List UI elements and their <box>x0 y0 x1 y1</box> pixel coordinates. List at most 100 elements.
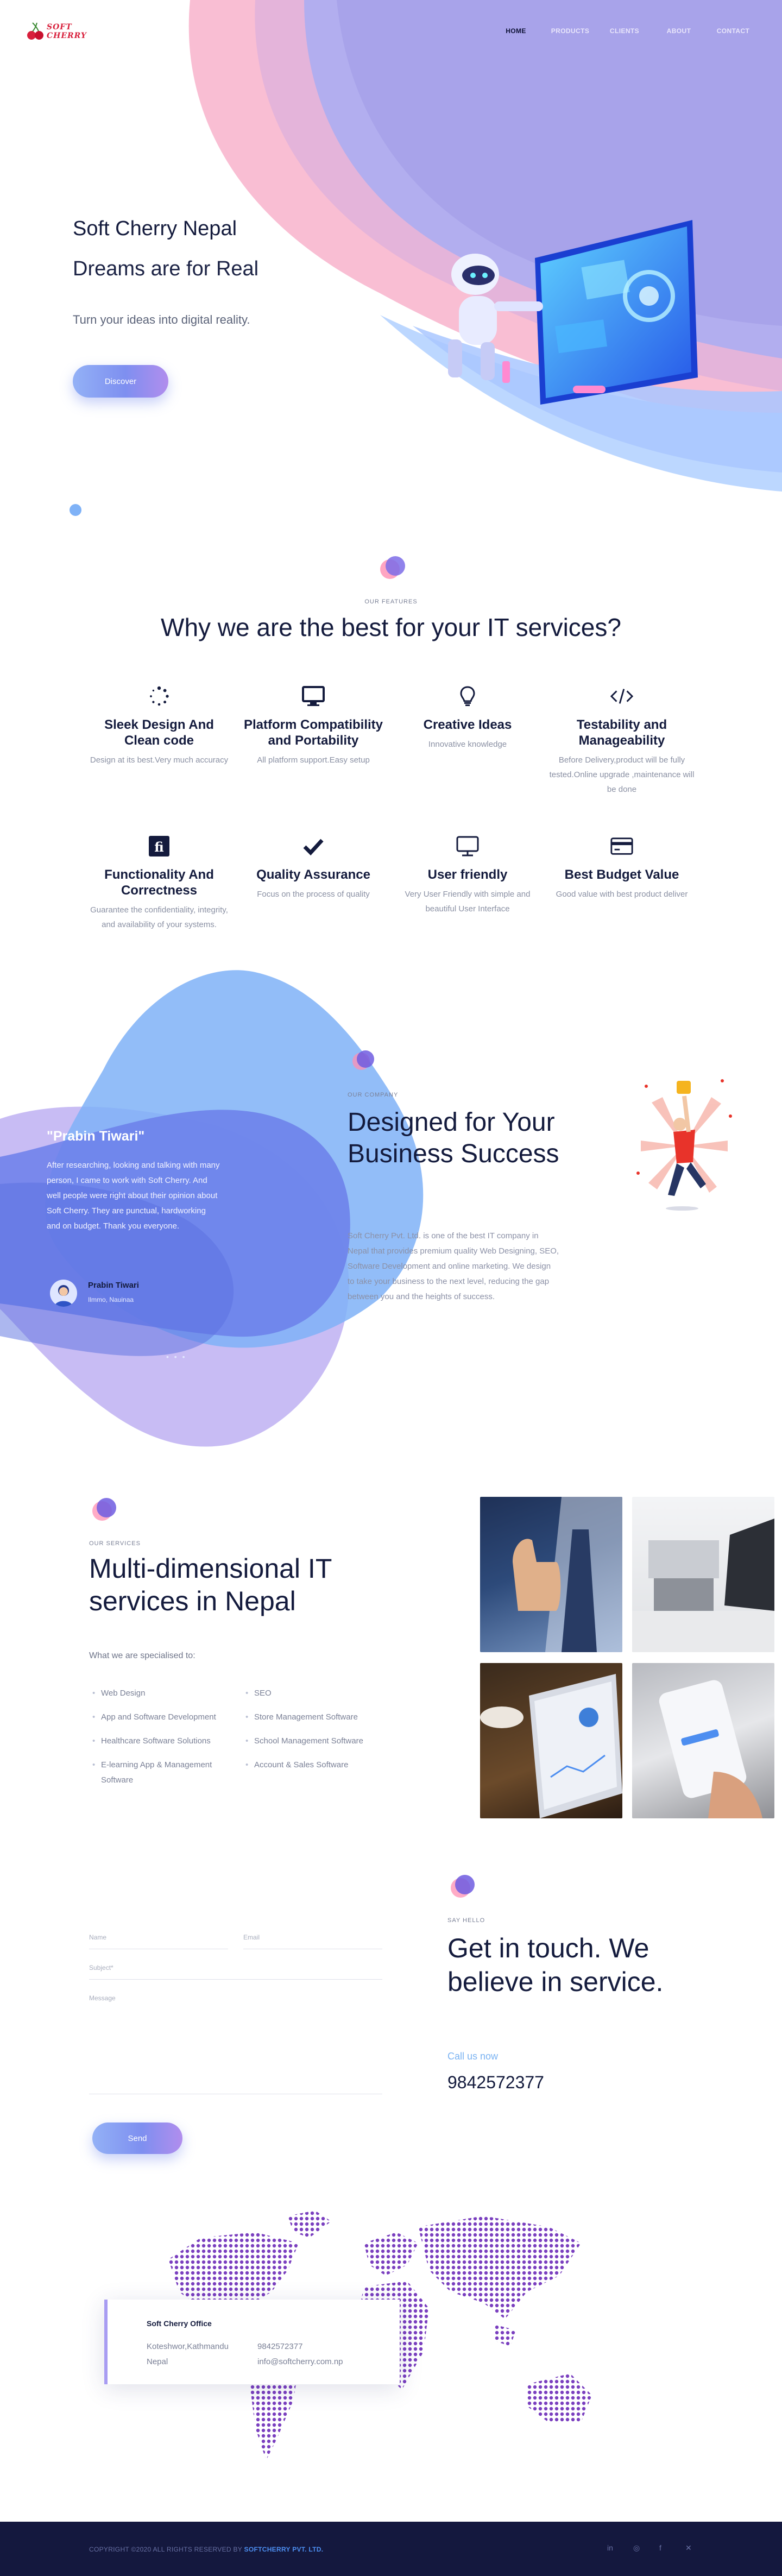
feature-desc: Focus on the process of quality <box>257 890 370 899</box>
feature-title: Platform Compatibility and Portability <box>243 717 383 748</box>
services-list-right: SEO Store Management Software School Man… <box>242 1686 389 1781</box>
office-phone[interactable]: 9842572377 <box>257 2342 302 2351</box>
feature-title: Testability and Manageability <box>576 717 667 748</box>
twitter-icon[interactable]: ✕ <box>685 2543 692 2553</box>
linkedin-icon[interactable]: in <box>607 2543 613 2552</box>
nav-contact[interactable]: CONTACT <box>706 27 760 35</box>
send-button[interactable]: Send <box>92 2122 182 2154</box>
feature-desc: Before Delivery,product will be fully te… <box>549 755 695 794</box>
feature-card: Quality Assurance Focus on the process o… <box>240 834 387 902</box>
testimonial-name: "Prabin Tiwari" <box>47 1129 145 1144</box>
feature-card: Platform Compatibility and Portability A… <box>240 684 387 767</box>
blob-icon <box>352 1050 374 1070</box>
hero-tagline: Turn your ideas into digital reality. <box>73 313 250 326</box>
lightbulb-icon <box>456 684 480 708</box>
phone-hand-photo <box>632 1663 774 1818</box>
nav-products[interactable]: PRODUCTS <box>543 27 597 35</box>
carousel-dots[interactable]: • • • <box>166 1352 186 1361</box>
blob-icon <box>451 1875 475 1898</box>
name-field[interactable]: Name <box>89 1933 228 1949</box>
testimonial-author: Prabin Tiwari <box>88 1281 139 1290</box>
logo-text: SOFT CHERRY <box>47 23 87 40</box>
robot-illustration <box>448 220 698 405</box>
office-email[interactable]: info@softcherry.com.np <box>257 2357 343 2366</box>
nav-home[interactable]: HOME <box>489 27 543 35</box>
hero-subtitle: Dreams are for Real <box>73 257 259 280</box>
logo[interactable]: SOFT CHERRY <box>26 20 91 43</box>
contact-title: Get in touch. We believe in service. <box>447 1933 664 1997</box>
testimonial-text: After researching, looking and talking w… <box>47 1161 220 1231</box>
company-link[interactable]: SOFTCHERRY PVT. LTD. <box>244 2546 324 2553</box>
services-list-left: Web Design App and Software Development … <box>89 1686 236 1797</box>
copyright: COPYRIGHT ©2020 ALL RIGHTS RESERVED BY S… <box>89 2546 323 2553</box>
thumbs-up-photo <box>480 1497 622 1652</box>
feature-desc: Design at its best.Very much accuracy <box>90 755 229 765</box>
list-item: Web Design <box>89 1686 236 1701</box>
main-nav: HOME PRODUCTS CLIENTS ABOUT CONTACT <box>489 27 760 35</box>
blob-icon <box>92 1498 116 1521</box>
testimonial-role: Ilmmo, Nauinaa <box>88 1296 134 1303</box>
feature-card: User friendly Very User Friendly with si… <box>394 834 541 916</box>
footer: COPYRIGHT ©2020 ALL RIGHTS RESERVED BY S… <box>0 2522 782 2576</box>
feature-card: Testability and Manageability Before Del… <box>548 684 695 797</box>
blob-icon <box>380 556 405 579</box>
checkmark-icon <box>301 834 325 858</box>
desktop-icon <box>456 834 480 858</box>
feature-card: Creative Ideas Innovative knowledge <box>394 684 541 752</box>
office-title: Soft Cherry Office <box>147 2319 212 2328</box>
nav-clients[interactable]: CLIENTS <box>597 27 652 35</box>
tablet-photo <box>480 1663 622 1818</box>
feature-desc: Guarantee the confidentiality, integrity… <box>90 905 228 929</box>
feature-title: Best Budget Value <box>564 867 679 882</box>
contact-eyebrow: SAY HELLO <box>447 1917 485 1924</box>
hero-title: Soft Cherry Nepal <box>73 217 237 240</box>
feature-card: Best Budget Value Good value with best p… <box>548 834 695 902</box>
feature-title: Quality Assurance <box>256 867 370 882</box>
monitor-icon <box>301 684 325 708</box>
list-item: SEO <box>242 1686 389 1701</box>
code-icon <box>610 684 634 708</box>
message-field[interactable]: Message <box>89 1994 382 2094</box>
office-address2: Nepal <box>147 2357 168 2366</box>
nav-about[interactable]: ABOUT <box>652 27 706 35</box>
subject-field[interactable]: Subject* <box>89 1964 382 1980</box>
services-eyebrow: OUR SERVICES <box>89 1540 141 1547</box>
feature-card: Sleek Design And Clean code Design at it… <box>86 684 232 767</box>
office-address1: Koteshwor,Kathmandu <box>147 2342 229 2351</box>
company-desc: Soft Cherry Pvt. Ltd. is one of the best… <box>348 1231 559 1301</box>
credit-card-icon <box>610 834 634 858</box>
feature-desc: All platform support.Easy setup <box>257 755 370 765</box>
company-eyebrow: OUR COMPANY <box>348 1092 399 1098</box>
logo-line1: SOFT <box>47 23 72 32</box>
list-item: Account & Sales Software <box>242 1758 389 1773</box>
feature-card: fi Functionality And Correctness Guarant… <box>86 834 232 932</box>
feature-desc: Good value with best product deliver <box>556 890 688 899</box>
email-field[interactable]: Email <box>243 1933 382 1949</box>
laptop-desk-photo <box>632 1497 774 1652</box>
feature-title: Sleek Design And Clean code <box>104 717 214 748</box>
services-title: Multi-dimensional IT services in Nepal <box>89 1553 332 1616</box>
cherry-logo-icon <box>27 22 43 40</box>
instagram-icon[interactable]: ◎ <box>633 2543 640 2553</box>
features-eyebrow: OUR FEATURES <box>364 599 418 605</box>
decor-dot <box>70 504 81 516</box>
phone-number[interactable]: 9842572377 <box>447 2073 544 2093</box>
discover-button[interactable]: Discover <box>73 365 168 398</box>
list-item: Healthcare Software Solutions <box>89 1734 236 1749</box>
svg-text:fi: fi <box>154 839 163 855</box>
copyright-text: COPYRIGHT ©2020 ALL RIGHTS RESERVED BY <box>89 2546 242 2553</box>
spinner-icon <box>147 684 171 708</box>
office-card: Soft Cherry Office Koteshwor,Kathmandu N… <box>104 2300 400 2384</box>
feature-desc: Innovative knowledge <box>428 740 507 749</box>
feature-title: Creative Ideas <box>423 717 512 732</box>
feature-title: User friendly <box>427 867 508 882</box>
feature-title: Functionality And Correctness <box>104 867 214 898</box>
call-label: Call us now <box>447 2051 499 2062</box>
success-illustration <box>636 1079 732 1211</box>
facebook-icon[interactable]: f <box>659 2543 661 2552</box>
avatar <box>50 1280 77 1307</box>
list-item: App and Software Development <box>89 1710 236 1725</box>
company-title: Designed for Your Business Success <box>348 1108 559 1168</box>
list-item: Store Management Software <box>242 1710 389 1725</box>
list-item: School Management Software <box>242 1734 389 1749</box>
